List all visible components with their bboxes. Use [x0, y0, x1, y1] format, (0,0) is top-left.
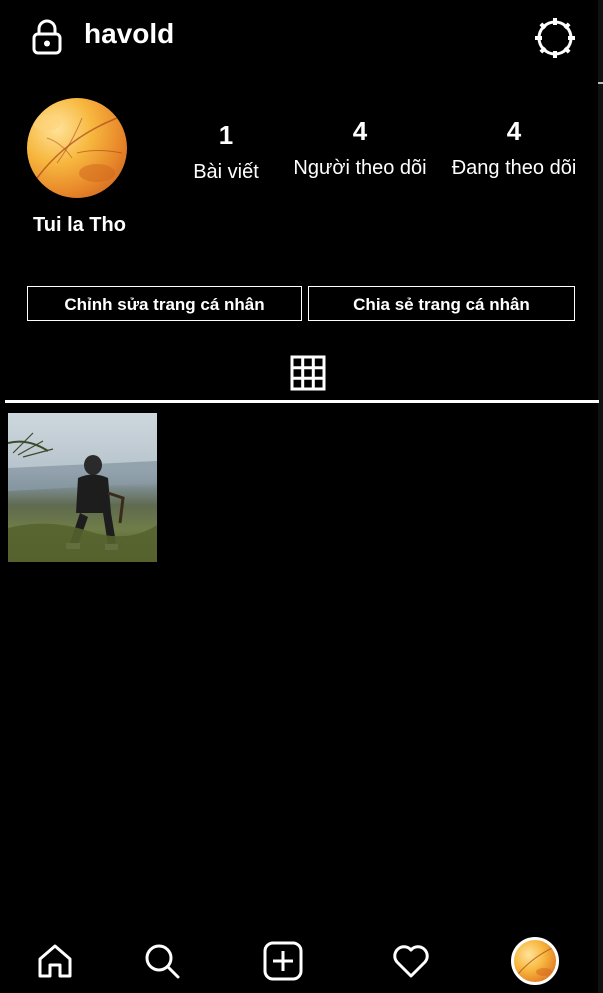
leaf-illustration-small [517, 947, 553, 976]
followers-stat[interactable]: 4 Người theo dõi [285, 116, 435, 180]
profile-avatar[interactable] [511, 937, 559, 985]
display-name: Tui la Tho [33, 214, 126, 236]
grid-icon[interactable] [290, 355, 326, 391]
scroll-edge-tick [598, 82, 603, 84]
tab-underline [5, 400, 599, 403]
followers-count: 4 [352, 116, 368, 146]
username-title: havold [84, 18, 175, 49]
avatar[interactable] [27, 98, 127, 198]
scroll-edge [598, 0, 603, 993]
heart-icon[interactable] [391, 941, 431, 981]
posts-count: 1 [218, 120, 234, 150]
search-icon[interactable] [142, 941, 182, 981]
following-label: Đang theo dõi [451, 157, 577, 179]
following-count: 4 [506, 116, 522, 146]
share-profile-button[interactable]: Chia sẻ trang cá nhân [308, 286, 575, 321]
lock-icon[interactable] [30, 18, 64, 56]
posts-label: Bài viết [193, 161, 259, 183]
edit-profile-button[interactable]: Chỉnh sửa trang cá nhân [27, 286, 302, 321]
home-icon[interactable] [35, 941, 75, 981]
leaf-illustration [33, 115, 123, 182]
post-thumbnail[interactable] [8, 413, 157, 562]
add-post-icon[interactable] [263, 941, 303, 981]
gear-icon[interactable] [533, 16, 577, 60]
posts-stat[interactable]: 1 Bài viết [180, 120, 272, 184]
followers-label: Người theo dõi [293, 157, 427, 179]
following-stat[interactable]: 4 Đang theo dõi [446, 116, 582, 180]
person-photo [8, 432, 157, 562]
